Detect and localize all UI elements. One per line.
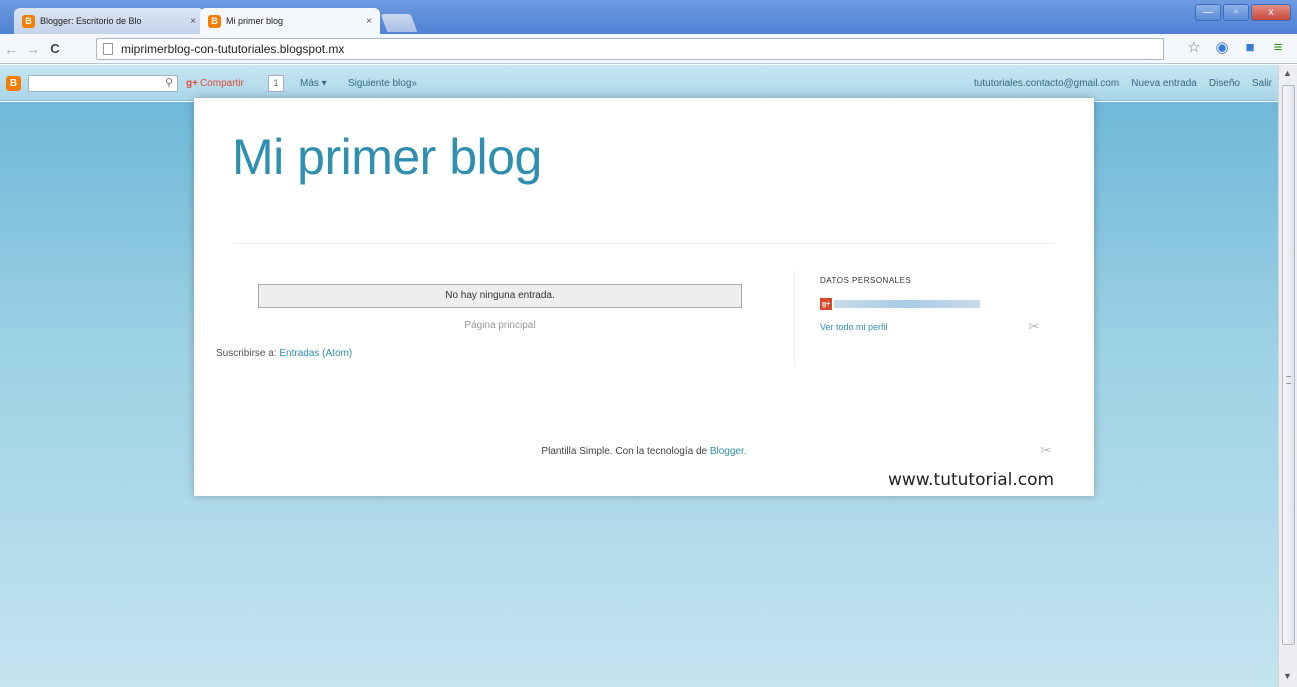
browser-toolbar: ← → C miprimerblog-con-tututoriales.blog… [0,34,1297,64]
gplus-icon: g+ [186,78,198,89]
more-menu-link[interactable]: Más ▾ [300,78,327,89]
tab-mi-primer-blog[interactable]: B Mi primer blog × [200,8,380,34]
forward-arrow-icon[interactable]: → [22,41,44,57]
blogger-link[interactable]: Blogger. [710,446,747,457]
blogger-favicon-icon: B [208,14,221,28]
new-post-link[interactable]: Nueva entrada [1131,78,1197,89]
logout-link[interactable]: Salir [1252,78,1272,89]
subscribe-prefix: Suscribirse a: [216,348,277,359]
scroll-up-arrow-icon[interactable]: ▲ [1283,68,1292,78]
extension-icon[interactable]: ◉ [1213,38,1231,56]
subscribe-atom-link[interactable]: Entradas (Atom) [279,348,352,359]
scroll-thumb[interactable] [1282,85,1295,645]
extension-square-icon[interactable]: ■ [1241,39,1259,56]
close-window-button[interactable]: x [1251,4,1291,21]
view-profile-link[interactable]: Ver todo mi perfil [820,322,888,332]
blogger-logo-icon[interactable]: B [6,76,21,91]
share-count: 1 [268,75,284,92]
window-controls: — ▫ x [1195,4,1291,21]
no-posts-message: No hay ninguna entrada. [258,284,742,308]
share-label: Compartir [199,78,244,89]
wrench-menu-icon[interactable]: ≡ [1269,39,1287,56]
edit-footer-wrench-icon[interactable]: ✂ [1040,442,1052,459]
bookmark-star-icon[interactable]: ☆ [1185,38,1203,56]
reload-icon[interactable]: C [44,41,66,56]
design-link[interactable]: Diseño [1209,78,1240,89]
tab-blogger-dashboard[interactable]: B Blogger: Escritorio de Blo × [14,8,204,34]
sidebar-divider [794,271,795,365]
blog-search-input[interactable]: ⚲ [28,75,178,92]
minimize-button[interactable]: — [1195,4,1221,21]
profile-widget-title: DATOS PERSONALES [820,276,912,285]
address-bar[interactable]: miprimerblog-con-tututoriales.blogspot.m… [96,38,1164,60]
back-arrow-icon[interactable]: ← [0,41,22,57]
blogger-navbar: B ⚲ g+ Compartir 1 Más ▾ Siguiente blog»… [0,65,1278,101]
footer-attribution: Plantilla Simple. Con la tecnología de B… [194,446,1094,457]
header-divider [234,243,1054,244]
blog-container: Mi primer blog No hay ninguna entrada. P… [194,98,1094,496]
gplus-share-button[interactable]: g+ Compartir [186,75,244,92]
edit-widget-wrench-icon[interactable]: ✂ [1028,318,1040,335]
page-icon [103,43,113,55]
watermark-text: www.tututorial.com [888,470,1055,490]
maximize-button[interactable]: ▫ [1223,4,1249,21]
browser-titlebar: B Blogger: Escritorio de Blo × B Mi prim… [0,0,1297,34]
home-page-link[interactable]: Página principal [258,320,742,331]
tab-close-icon[interactable]: × [190,16,196,27]
new-tab-button[interactable] [380,14,418,32]
blogger-favicon-icon: B [22,14,35,28]
search-icon[interactable]: ⚲ [165,76,173,89]
scroll-grip-icon [1286,376,1291,384]
tab-close-icon[interactable]: × [366,16,372,27]
url-text[interactable]: miprimerblog-con-tututoriales.blogspot.m… [121,42,344,56]
subscribe-line: Suscribirse a: Entradas (Atom) [216,348,352,359]
toolbar-icons: ☆ ◉ ■ ≡ [1185,38,1287,57]
gplus-avatar-icon[interactable]: g+ [820,298,832,310]
footer-text: Plantilla Simple. Con la tecnología de [541,446,708,457]
tab-label: Mi primer blog [226,16,284,26]
vertical-scrollbar[interactable]: ▲ ▼ [1278,65,1297,687]
tab-label: Blogger: Escritorio de Blo [40,16,142,26]
scroll-down-arrow-icon[interactable]: ▼ [1283,671,1292,681]
profile-name-redacted[interactable] [834,300,980,308]
blog-title[interactable]: Mi primer blog [232,128,542,186]
user-email: tututoriales.contacto@gmail.com [974,78,1120,89]
navbar-user-links: tututoriales.contacto@gmail.com Nueva en… [974,78,1272,89]
next-blog-link[interactable]: Siguiente blog» [348,78,417,89]
